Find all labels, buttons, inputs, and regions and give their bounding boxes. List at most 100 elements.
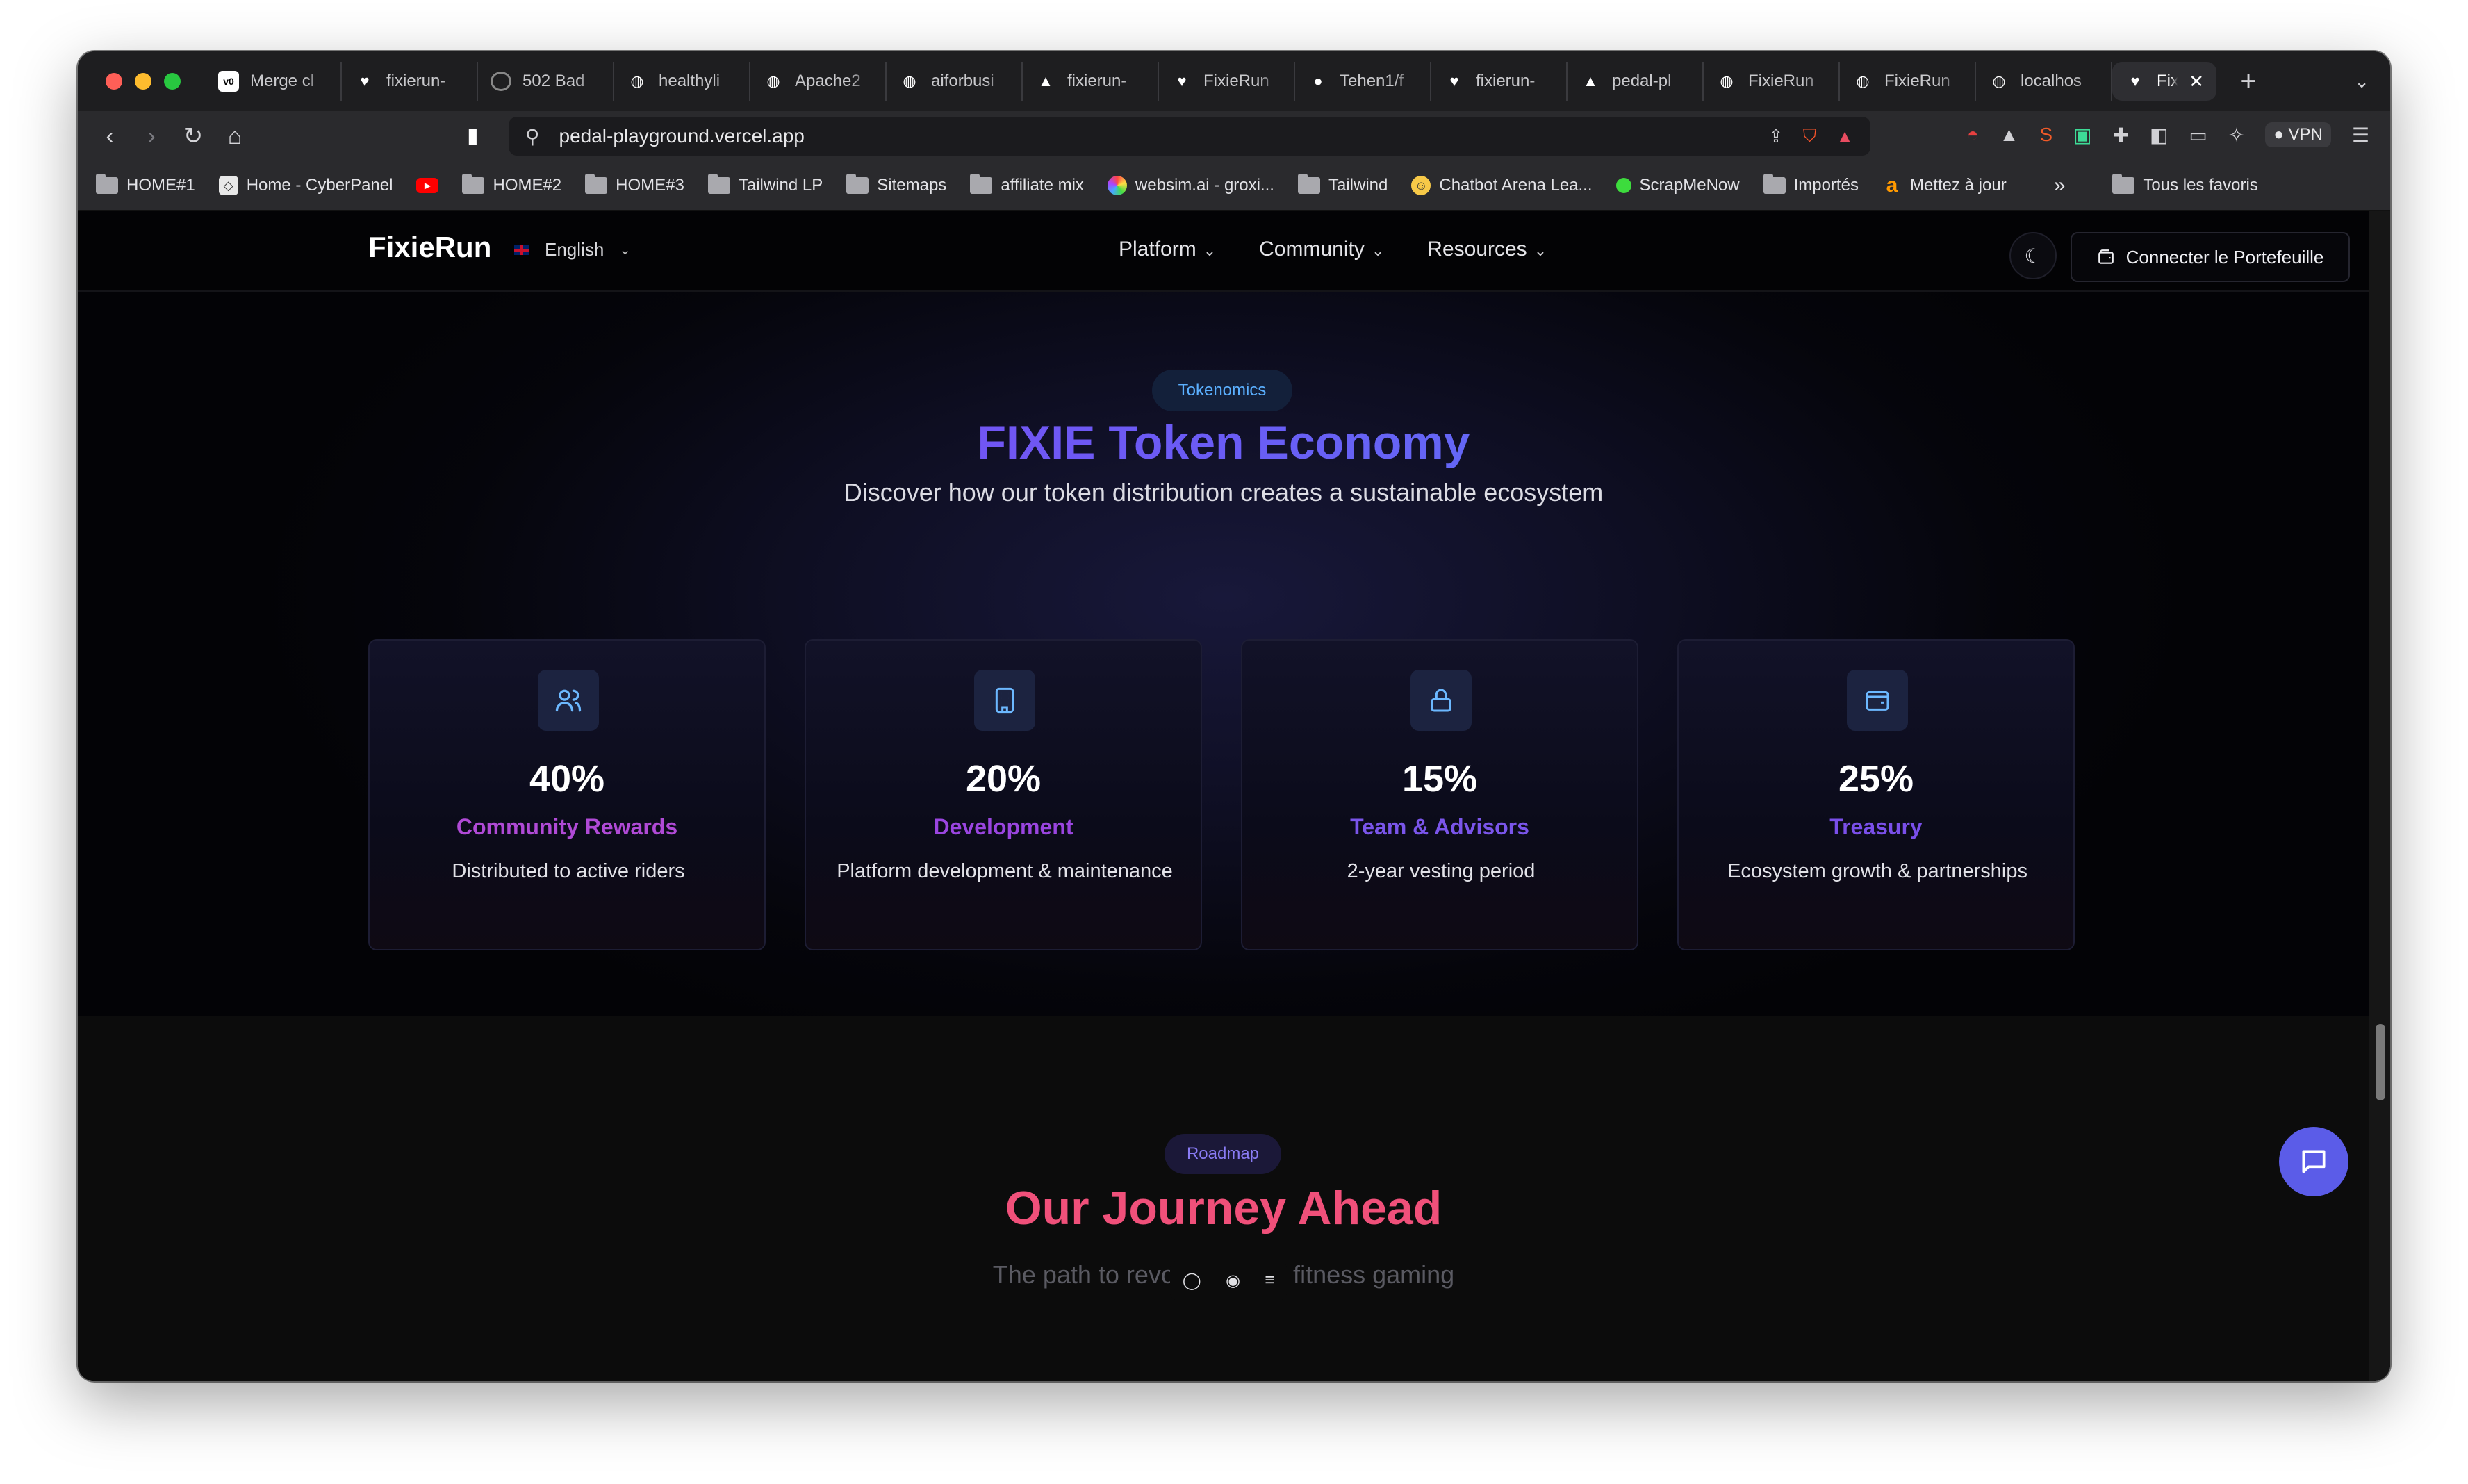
nav-resources[interactable]: Resources ⌄ (1427, 238, 1547, 261)
close-window-button[interactable] (106, 73, 122, 90)
bookmark-item[interactable]: websim.ai - groxi... (1107, 176, 1274, 195)
amazon-icon: a (1886, 174, 1898, 197)
sidebar-icon[interactable]: ◧ (2150, 124, 2168, 147)
tab[interactable]: ◍ FixieRun (1704, 62, 1840, 101)
bookmark-label: affiliate mix (1001, 176, 1084, 195)
list-icon[interactable]: ≡ (1265, 1271, 1274, 1290)
back-icon[interactable]: ‹ (89, 123, 131, 150)
moon-icon: ☾ (2024, 245, 2042, 267)
tokenomics-title: FIXIE Token Economy (78, 415, 2369, 470)
extension-s-icon[interactable]: S (2039, 124, 2052, 146)
extension-vercel-icon[interactable]: ▲ (2000, 124, 2019, 146)
tab[interactable]: 502 Bad (478, 62, 614, 101)
token-percent: 25% (1838, 758, 1914, 800)
tab-list-chevron-icon[interactable]: ⌄ (2354, 71, 2369, 92)
bookmark-item[interactable]: ☺ Chatbot Arena Lea... (1411, 176, 1593, 195)
extensions-puzzle-icon[interactable]: ✚ (2112, 124, 2128, 147)
reload-icon[interactable]: ↻ (172, 122, 214, 150)
brave-shield-icon[interactable]: ⛉ (1803, 125, 1817, 147)
page-scrollbar[interactable] (2369, 211, 2390, 1381)
window-controls (106, 73, 181, 90)
browser-window: v0 Merge cl ♥ fixierun- 502 Bad ◍ healthyli… (78, 51, 2390, 1381)
address-bar[interactable]: ⚲ pedal-playground.vercel.app ⇪ ⛉ ▲ (509, 117, 1870, 156)
share-icon[interactable]: ⇪ (1768, 126, 1784, 147)
vpn-button[interactable]: ● VPN (2265, 122, 2331, 147)
folder-icon (462, 174, 485, 194)
folder-icon (1297, 174, 1320, 194)
tab[interactable]: ♥ FixieRun (1159, 62, 1295, 101)
leo-ai-icon[interactable]: ✧ (2228, 124, 2244, 147)
chat-button[interactable] (2279, 1127, 2348, 1196)
tab[interactable]: ◍ localhos (1976, 62, 2112, 101)
close-tab-icon[interactable]: ✕ (2189, 71, 2204, 92)
site-settings-icon[interactable]: ⚲ (525, 125, 540, 148)
tab[interactable]: ◍ FixieRun (1840, 62, 1976, 101)
tab[interactable]: ♥ fixierun- (1431, 62, 1568, 101)
bookmark-folder[interactable]: affiliate mix (970, 174, 1084, 195)
site-logo[interactable]: FixieRun (368, 231, 491, 264)
chevron-down-icon: ⌄ (1533, 242, 1547, 259)
bookmark-folder[interactable]: HOME#2 (462, 174, 561, 195)
users-icon (538, 670, 599, 731)
cyberpanel-icon: ◇ (218, 176, 238, 195)
bookmark-folder[interactable]: Tailwind (1297, 174, 1388, 195)
minimize-window-button[interactable] (135, 73, 151, 90)
bookmark-folder[interactable]: HOME#1 (96, 174, 195, 195)
token-card-community: 40% Community Rewards Distributed to act… (368, 639, 766, 950)
nav-community[interactable]: Community ⌄ (1259, 238, 1384, 261)
tab-active[interactable]: ♥Fixie✕ (2112, 62, 2216, 101)
tab[interactable]: ♥ fixierun- (342, 62, 478, 101)
bookmark-folder[interactable]: Sitemaps (846, 174, 946, 195)
token-percent: 15% (1401, 758, 1478, 800)
lock-icon (1410, 670, 1472, 731)
eye-icon[interactable]: ◉ (1226, 1271, 1240, 1291)
scrollbar-thumb[interactable] (2376, 1024, 2385, 1100)
bookmark-label: Home - CyberPanel (246, 176, 393, 195)
folder-icon (970, 174, 993, 194)
token-percent: 40% (529, 758, 605, 800)
tab[interactable]: ◍ aiforbusi (887, 62, 1023, 101)
comment-icon[interactable]: ◯ (1183, 1271, 1201, 1291)
wallet-icon[interactable]: ▭ (2189, 124, 2207, 147)
extension-pokeball-icon[interactable]: ◓ (1967, 124, 1979, 146)
new-tab-button[interactable]: + (2235, 66, 2262, 97)
extension-green-icon[interactable]: ▣ (2073, 124, 2091, 147)
tab[interactable]: ◍ healthyli (614, 62, 750, 101)
tokenomics-section: Tokenomics FIXIE Token Economy Discover … (78, 292, 2369, 1016)
token-percent: 20% (965, 758, 1042, 800)
bookmark-item[interactable]: ▶ (416, 178, 439, 193)
brave-rewards-icon[interactable]: ▲ (1836, 126, 1854, 147)
bookmark-folder[interactable]: Importés (1763, 174, 1859, 195)
vercel-icon: ▲ (1038, 72, 1053, 90)
home-icon[interactable]: ⌂ (214, 123, 256, 150)
wallet-icon (2098, 249, 2114, 264)
more-bookmarks-button[interactable]: » (2054, 174, 2066, 197)
token-label: Community Rewards (456, 814, 678, 839)
tab[interactable]: ● Tehen1/f (1295, 62, 1431, 101)
tab[interactable]: ▲ fixierun- (1023, 62, 1159, 101)
globe-icon: ◍ (903, 72, 916, 90)
tab[interactable]: ◍ Apache2 (750, 62, 887, 101)
all-bookmarks-folder[interactable]: Tous les favoris (2112, 174, 2258, 195)
bookmark-item[interactable]: ScrapMeNow (1615, 176, 1740, 195)
bookmark-item[interactable]: ◇ Home - CyberPanel (218, 176, 393, 195)
menu-icon[interactable]: ☰ (2352, 124, 2369, 147)
wallet-icon (1847, 670, 1908, 731)
nav-label: Platform (1119, 238, 1196, 261)
forward-icon[interactable]: › (131, 123, 172, 150)
roadmap-badge: Roadmap (1165, 1134, 1281, 1174)
bookmark-folder[interactable]: HOME#3 (585, 174, 684, 195)
nav-platform[interactable]: Platform ⌄ (1119, 238, 1216, 261)
language-selector[interactable]: English ⌄ (514, 239, 631, 261)
connect-wallet-button[interactable]: Connecter le Portefeuille (2071, 232, 2350, 282)
url-text[interactable]: pedal-playground.vercel.app (559, 125, 805, 147)
bookmark-folder[interactable]: Tailwind LP (707, 174, 823, 195)
bookmark-icon[interactable]: ▮ (467, 124, 479, 148)
bookmark-item[interactable]: a Mettez à jour (1882, 174, 2007, 197)
maximize-window-button[interactable] (164, 73, 181, 90)
tab[interactable]: v0 Merge cl (206, 62, 342, 101)
theme-toggle-button[interactable]: ☾ (2009, 232, 2057, 279)
tab[interactable]: ▲ pedal-pl (1568, 62, 1704, 101)
heart-icon: ♥ (2130, 72, 2140, 90)
roadmap-section: Roadmap Our Journey Ahead The path to re… (78, 1016, 2369, 1381)
